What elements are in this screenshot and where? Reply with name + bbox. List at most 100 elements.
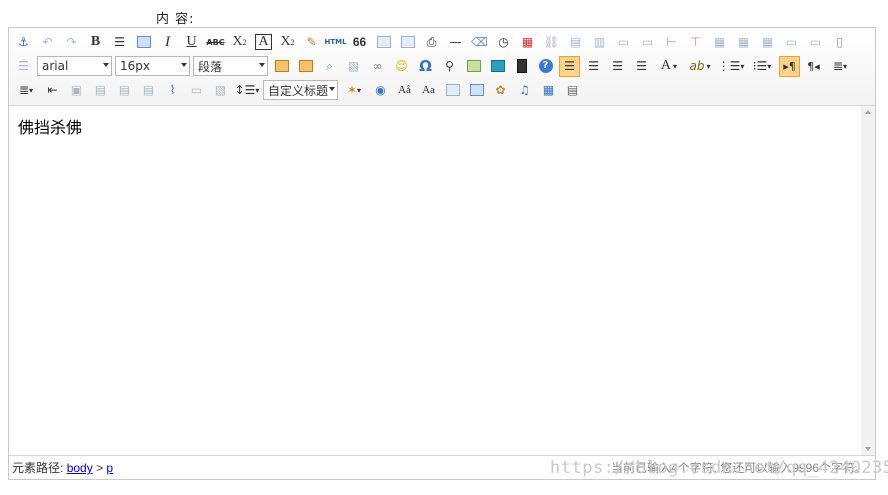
search-icon[interactable]: ⚲ — [439, 56, 460, 77]
ltr-button[interactable]: ▸¶ — [779, 55, 800, 77]
find-replace-icon[interactable]: ⌕ — [319, 56, 340, 77]
merge-down-icon[interactable]: ▭ — [637, 32, 658, 53]
merge-right-icon[interactable]: ▭ — [613, 32, 634, 53]
eraser-icon[interactable]: ⌫ — [469, 32, 490, 53]
ordered-list-button[interactable]: ⋮☰ ▾ — [717, 56, 745, 77]
insert-frame-icon[interactable]: ▭ — [186, 80, 207, 101]
video-icon[interactable] — [511, 56, 532, 77]
special-chars-button[interactable]: Ω — [415, 56, 436, 77]
element-path: 元素路径: body > p — [12, 459, 113, 476]
path-separator: > — [96, 461, 104, 475]
insert-image-icon[interactable] — [133, 32, 154, 53]
page-break-icon[interactable]: ⇤ — [42, 80, 63, 101]
date-icon[interactable]: ▦ — [517, 32, 538, 53]
line-height-button[interactable]: ↕☰ ▾ — [234, 80, 260, 101]
image-none-icon[interactable]: ▣ — [66, 80, 87, 101]
split-cells-icon[interactable]: ▦ — [709, 32, 730, 53]
rtl-button[interactable]: ¶◂ — [803, 56, 824, 77]
new-doc-icon[interactable]: ▯ — [829, 32, 850, 53]
redo-icon[interactable]: ↷ — [61, 32, 82, 53]
map-icon[interactable]: ▧ — [210, 80, 231, 101]
snapshot-icon[interactable] — [487, 56, 508, 77]
image-right-icon[interactable]: ▤ — [114, 80, 135, 101]
undo-icon[interactable]: ↶ — [37, 32, 58, 53]
content-paragraph[interactable]: 佛挡杀佛 — [18, 114, 852, 138]
font-color-button[interactable]: A ▾ — [655, 56, 683, 77]
font-border-icon[interactable]: A — [253, 32, 274, 53]
align-left-icon[interactable]: ☰ — [559, 55, 580, 77]
strikethrough-button[interactable]: ABC — [205, 32, 226, 53]
paste-plain-icon[interactable] — [373, 32, 394, 53]
insert-table-icon[interactable]: ▦ — [538, 80, 559, 101]
table-delete-icon[interactable]: ▭ — [805, 32, 826, 53]
unlink-icon[interactable]: ⛓ — [541, 32, 562, 53]
editor-content[interactable]: 佛挡杀佛 — [9, 106, 861, 455]
image-center-icon[interactable]: ▤ — [138, 80, 159, 101]
underline-button[interactable]: U — [181, 32, 202, 53]
delete-col-icon[interactable]: ⊤ — [685, 32, 706, 53]
paste-word-icon[interactable]: ▤ — [562, 80, 583, 101]
insert-col-icon[interactable]: ▥ — [589, 32, 610, 53]
anchor-icon[interactable]: ⚓ — [13, 32, 34, 53]
help-icon[interactable]: ? — [535, 56, 556, 77]
paragraph-value: 段落 — [198, 59, 223, 74]
toolbar-row-2: ☰ arial 16px 段落 ⌕ ▧ ∞ ☺ Ω ⚲ ? ☰ ☰ ☰ ☰ A … — [13, 55, 871, 77]
magic-wand-button[interactable]: ✶ ▾ — [341, 80, 367, 101]
emotion-icon[interactable]: ☺ — [391, 56, 412, 77]
scroll-down-icon[interactable] — [865, 447, 871, 451]
chevron-down-icon: ▾ — [357, 85, 362, 95]
unordered-list-button[interactable]: ⁝☰ ▾ — [748, 56, 776, 77]
custom-title-select[interactable]: 自定义标题 — [263, 80, 338, 100]
scrawl-icon[interactable] — [463, 56, 484, 77]
edit-image-icon[interactable]: ▧ — [343, 56, 364, 77]
subscript-icon[interactable]: X2 — [229, 32, 250, 53]
format-brush-icon[interactable]: ✎ — [301, 32, 322, 53]
italic-button[interactable]: I — [157, 32, 178, 53]
paragraph-select[interactable]: 段落 — [193, 56, 268, 76]
background-icon[interactable] — [466, 80, 487, 101]
superscript-icon[interactable]: X2 — [277, 32, 298, 53]
bold-button[interactable]: B — [85, 32, 106, 53]
horizontal-rule-icon[interactable]: — — [445, 32, 466, 53]
table-props-icon[interactable]: ▭ — [781, 32, 802, 53]
html-source-button[interactable]: HTML — [324, 32, 346, 53]
font-family-select[interactable]: arial — [37, 56, 112, 76]
content-label: 内 容: — [156, 12, 195, 27]
vertical-scrollbar[interactable] — [861, 106, 875, 455]
insert-row-icon[interactable]: ▤ — [565, 32, 586, 53]
palette-icon[interactable]: ✿ — [490, 80, 511, 101]
toolbar-row-1: ⚓ ↶ ↷ B ☰ I U ABC X2 A X2 ✎ HTML 66 ⎙ — … — [13, 31, 871, 53]
chevron-down-icon: ▾ — [255, 85, 260, 95]
indent-icon[interactable]: ☰ — [109, 32, 130, 53]
link-icon[interactable]: ∞ — [367, 56, 388, 77]
preview-icon[interactable]: ◉ — [370, 80, 391, 101]
path-p-link[interactable]: p — [106, 461, 113, 475]
image-left-icon[interactable]: ▤ — [90, 80, 111, 101]
align-right-icon[interactable]: ☰ — [583, 56, 604, 77]
align-justify-icon[interactable]: ☰ — [631, 56, 652, 77]
align-center-icon[interactable]: ☰ — [607, 56, 628, 77]
chevron-down-icon — [329, 87, 335, 91]
split-cols-icon[interactable]: ▦ — [757, 32, 778, 53]
spellcheck-icon[interactable]: Aå — [394, 80, 415, 101]
music-icon[interactable]: ♫ — [514, 80, 535, 101]
template-icon[interactable] — [442, 80, 463, 101]
time-icon[interactable]: ◷ — [493, 32, 514, 53]
row-spacing-bottom-button[interactable]: ≣ ▾ — [13, 80, 39, 101]
highlight-color-button[interactable]: ab ▾ — [686, 56, 714, 77]
multi-image-icon[interactable] — [295, 56, 316, 77]
blockquote-button[interactable]: 66 — [349, 32, 370, 53]
attachment-icon[interactable]: ⌇ — [162, 80, 183, 101]
row-spacing-top-button[interactable]: ≣ ▾ — [827, 56, 853, 77]
delete-row-icon[interactable]: ⊢ — [661, 32, 682, 53]
split-rows-icon[interactable]: ▦ — [733, 32, 754, 53]
image-icon[interactable] — [271, 56, 292, 77]
scroll-up-icon[interactable] — [865, 110, 871, 114]
element-path-label: 元素路径: — [12, 461, 64, 475]
font-size-select[interactable]: 16px — [115, 56, 190, 76]
print-icon[interactable]: ⎙ — [421, 32, 442, 53]
case-convert-icon[interactable]: Aa — [418, 80, 439, 101]
path-body-link[interactable]: body — [67, 461, 93, 475]
text-direction-icon[interactable]: ☰ — [13, 56, 34, 77]
select-all-icon[interactable] — [397, 32, 418, 53]
